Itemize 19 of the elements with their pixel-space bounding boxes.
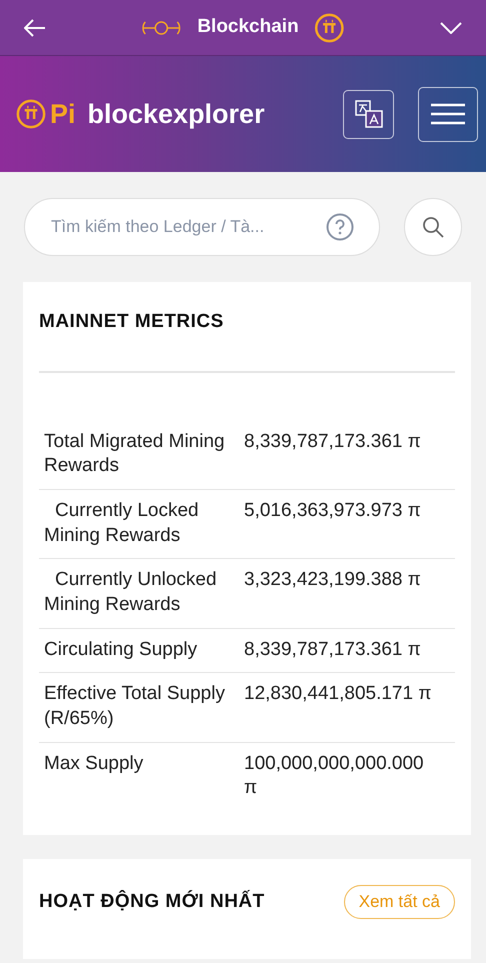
metric-value: 8,339,787,173.361 π bbox=[244, 638, 422, 662]
logo-text: blockexplorer bbox=[88, 98, 265, 131]
metric-label: Max Supply bbox=[44, 752, 144, 776]
metric-value: 5,016,363,973.973 π bbox=[244, 498, 422, 523]
view-all-button[interactable]: Xem tất cả bbox=[344, 885, 455, 919]
metric-label: Effective Total Supply (R/65%) bbox=[44, 682, 226, 731]
metric-label: Total Migrated Mining Rewards bbox=[44, 430, 226, 478]
metric-value: 8,339,787,173.361 π bbox=[244, 430, 422, 454]
section-title: MAINNET METRICS bbox=[39, 308, 455, 372]
metric-label: Circulating Supply bbox=[44, 638, 198, 662]
metric-value: 3,323,423,199.388 π bbox=[244, 568, 422, 592]
search-field[interactable]: Tìm kiếm theo Ledger / Tà... bbox=[24, 198, 380, 256]
metric-label: Currently Unlocked Mining Rewards bbox=[44, 568, 218, 617]
metric-label: Currently Locked Mining Rewards bbox=[44, 498, 200, 548]
logo-pi-text: Pi bbox=[50, 98, 76, 131]
metric-value: 100,000,000,000.000 π bbox=[244, 752, 425, 800]
page-title: Blockchain bbox=[197, 15, 299, 40]
metric-value: 12,830,441,805.171 π bbox=[244, 682, 432, 706]
section-title: HOẠT ĐỘNG MỚI NHẤT bbox=[39, 889, 265, 914]
